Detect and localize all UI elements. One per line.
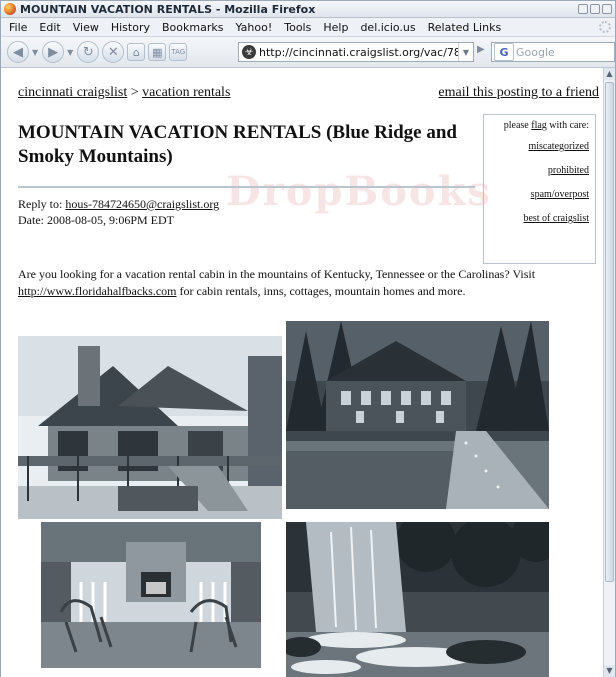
cabin-photo xyxy=(18,336,282,519)
flag-spam-link[interactable]: spam/overpost xyxy=(484,189,589,200)
navigation-toolbar: ◀ ▼ ▶ ▼ ↻ ✕ ⌂ ▦ TAG ☣ http://cincinnati.… xyxy=(1,37,615,68)
flag-box: please flag with care: miscategorized pr… xyxy=(483,114,596,264)
page-title: MOUNTAIN VACATION RENTALS (Blue Ridge an… xyxy=(18,122,458,167)
bookmark-window-icon[interactable]: ▦ xyxy=(148,43,167,61)
body-text-2: for cabin rentals, inns, cottages, mount… xyxy=(179,284,466,298)
menu-edit[interactable]: Edit xyxy=(33,21,66,34)
lake-house-photo xyxy=(286,321,549,509)
tag-icon[interactable]: TAG xyxy=(169,43,188,61)
flag-link[interactable]: flag xyxy=(531,120,547,131)
breadcrumb-section-link[interactable]: vacation rentals xyxy=(142,85,230,100)
menu-delicious[interactable]: del.icio.us xyxy=(354,21,421,34)
address-bar[interactable]: ☣ http://cincinnati.craigslist.org/vac/7… xyxy=(238,42,474,62)
maximize-button[interactable] xyxy=(590,4,600,14)
vertical-scrollbar[interactable]: ▲ ▼ xyxy=(603,68,615,677)
page-content: DropBooks cincinnati craigslist > vacati… xyxy=(1,68,605,677)
search-engine-icon[interactable]: G xyxy=(494,43,514,61)
url-text[interactable]: http://cincinnati.craigslist.org/vac/78 xyxy=(259,46,458,59)
scroll-up-icon[interactable]: ▲ xyxy=(604,68,615,80)
menu-yahoo[interactable]: Yahoo! xyxy=(229,21,278,34)
posting-date: Date: 2008-08-05, 9:06PM EDT xyxy=(18,213,174,227)
menu-file[interactable]: File xyxy=(3,21,33,34)
watermark: DropBooks xyxy=(226,168,492,215)
breadcrumb-site-link[interactable]: cincinnati craigslist xyxy=(18,85,127,100)
divider xyxy=(18,186,475,188)
menu-help[interactable]: Help xyxy=(317,21,354,34)
search-placeholder[interactable]: Google xyxy=(516,46,555,59)
throbber-icon xyxy=(599,21,611,33)
website-link[interactable]: http://www.floridahalfbacks.com xyxy=(18,284,177,298)
home-icon[interactable]: ⌂ xyxy=(127,43,146,61)
porch-image xyxy=(41,522,261,668)
window-title: MOUNTAIN VACATION RENTALS - Mozilla Fire… xyxy=(20,2,316,16)
minimize-button[interactable] xyxy=(578,4,588,14)
breadcrumb: cincinnati craigslist > vacation rentals xyxy=(18,85,230,101)
flag-suffix: with care: xyxy=(549,120,589,131)
lake-house-image xyxy=(286,321,549,509)
posting-meta: Reply to: hous-784724650@craigslist.org … xyxy=(18,196,219,228)
menu-bar: File Edit View History Bookmarks Yahoo! … xyxy=(1,18,615,37)
porch-photo xyxy=(41,522,261,668)
posting-body: Are you looking for a vacation rental ca… xyxy=(18,266,583,300)
back-icon[interactable]: ◀ xyxy=(7,41,29,63)
flag-prefix: please xyxy=(503,120,529,131)
menu-view[interactable]: View xyxy=(67,21,105,34)
reload-icon[interactable]: ↻ xyxy=(77,41,100,63)
title-bar: MOUNTAIN VACATION RENTALS - Mozilla Fire… xyxy=(1,1,615,18)
close-button[interactable] xyxy=(602,4,612,14)
menu-bookmarks[interactable]: Bookmarks xyxy=(156,21,229,34)
body-text-1: Are you looking for a vacation rental ca… xyxy=(18,267,536,281)
breadcrumb-separator: > xyxy=(130,85,139,100)
back-history-dropdown[interactable]: ▼ xyxy=(32,48,38,57)
menu-tools[interactable]: Tools xyxy=(278,21,317,34)
flag-prohibited-link[interactable]: prohibited xyxy=(484,165,589,176)
browser-window: MOUNTAIN VACATION RENTALS - Mozilla Fire… xyxy=(0,0,616,677)
reply-email-link[interactable]: hous-784724650@craigslist.org xyxy=(65,197,219,211)
forward-history-dropdown[interactable]: ▼ xyxy=(67,48,73,57)
flag-miscategorized-link[interactable]: miscategorized xyxy=(484,141,589,152)
waterfall-photo xyxy=(286,522,549,677)
stop-icon[interactable]: ✕ xyxy=(102,41,125,63)
menu-related-links[interactable]: Related Links xyxy=(422,21,508,34)
forward-icon[interactable]: ▶ xyxy=(42,41,65,63)
url-history-dropdown-icon[interactable]: ▼ xyxy=(458,43,473,61)
site-favicon-icon: ☣ xyxy=(242,45,256,59)
search-bar[interactable]: G Google xyxy=(491,42,615,62)
waterfall-image xyxy=(286,522,549,677)
menu-history[interactable]: History xyxy=(105,21,156,34)
flag-header: please flag with care: xyxy=(484,120,589,131)
email-posting-link[interactable]: email this posting to a friend xyxy=(438,85,599,101)
go-arrow-icon[interactable]: ▶ xyxy=(477,44,491,60)
cabin-image xyxy=(18,336,282,519)
flag-best-of-link[interactable]: best of craigslist xyxy=(484,213,589,224)
scroll-down-icon[interactable]: ▼ xyxy=(604,665,615,677)
firefox-icon xyxy=(4,3,16,15)
reply-label: Reply to: xyxy=(18,197,63,211)
scroll-thumb[interactable] xyxy=(605,82,614,582)
